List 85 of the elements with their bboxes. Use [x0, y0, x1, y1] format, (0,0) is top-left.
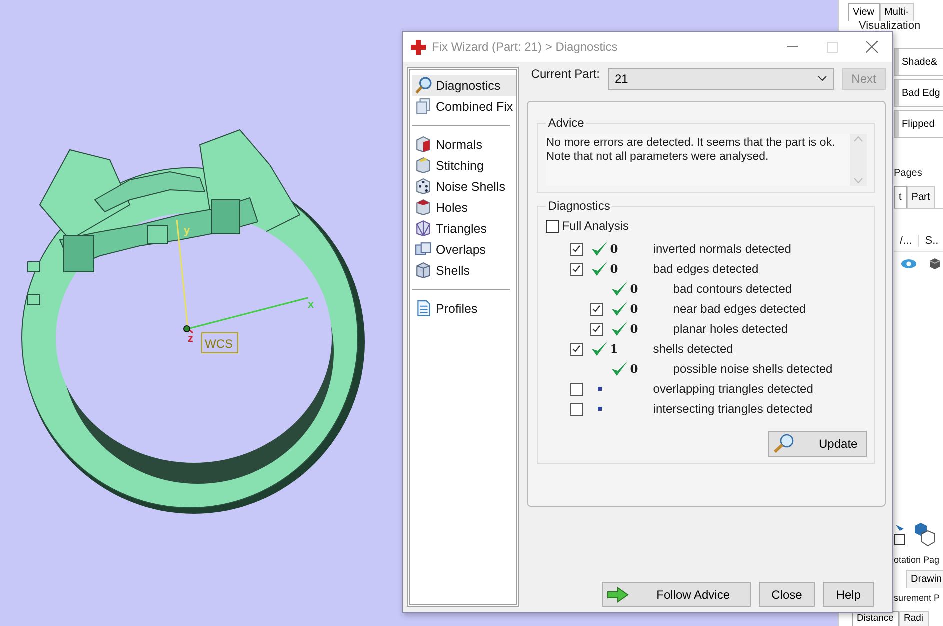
tab[interactable]: Part: [906, 186, 936, 208]
nav-item[interactable]: Shells: [412, 260, 516, 281]
dialog-button[interactable]: Help: [823, 582, 874, 607]
group-title: Visualization: [859, 21, 922, 32]
panel-title: Pages: [894, 168, 924, 181]
axis-label: x: [308, 299, 314, 311]
checkbox[interactable]: [570, 242, 584, 256]
caret-icon[interactable]: [818, 76, 827, 82]
axis-label: y: [184, 225, 190, 237]
magnifier-icon[interactable]: [773, 434, 795, 454]
column-header[interactable]: S..: [919, 235, 943, 247]
count: 0: [630, 282, 638, 296]
cube-icon[interactable]: [415, 220, 432, 237]
nav-item[interactable]: Triangles: [412, 218, 516, 239]
tab[interactable]: t: [894, 186, 907, 208]
nav-item[interactable]: Noise Shells: [412, 176, 516, 197]
panel-title: otation Pag: [894, 555, 941, 567]
nav-item[interactable]: Profiles: [412, 298, 516, 319]
cross-icon: [411, 40, 426, 54]
diagnostic-label: possible noise shells detected: [673, 362, 833, 376]
nav-item[interactable]: Overlaps: [412, 239, 516, 260]
diagnostic-label: near bad edges detected: [673, 302, 806, 316]
checkbox[interactable]: [590, 302, 604, 316]
diagnostic-label: intersecting triangles detected: [653, 402, 813, 416]
document-icon[interactable]: [415, 300, 432, 317]
diagnostic-label: bad contours detected: [673, 282, 792, 296]
checkbox[interactable]: [590, 322, 604, 336]
cube-icon: [929, 258, 941, 270]
window-title: Fix Wizard (Part: 21) > Diagnostics: [432, 40, 619, 54]
cube-icon[interactable]: [415, 136, 432, 153]
count: 0: [610, 242, 618, 256]
view-button[interactable]: Shade&: [894, 48, 943, 76]
count: 0: [610, 262, 618, 276]
minimize-icon[interactable]: [786, 46, 798, 48]
frame-label: WCS: [202, 332, 238, 354]
count: 0: [630, 322, 638, 336]
dialog-button[interactable]: Follow Advice: [602, 582, 751, 607]
nav-item[interactable]: Normals: [412, 134, 516, 155]
magnifier-icon[interactable]: [415, 77, 432, 94]
count: 0: [630, 302, 638, 316]
checkbox[interactable]: [570, 402, 584, 416]
advice-text: No more errors are detected. It seems that the part is ok.: [546, 136, 836, 150]
part-dropdown[interactable]: 21: [608, 68, 834, 90]
advice-text: Note that not all parameters were analysed.: [546, 150, 770, 164]
nav-item[interactable]: Diagnostics: [412, 75, 516, 96]
checkbox[interactable]: [546, 220, 560, 232]
section-title: Advice: [547, 116, 586, 130]
cube-icon[interactable]: [415, 262, 432, 279]
axis-label: z: [188, 333, 194, 345]
view-button[interactable]: Bad Edg: [894, 79, 943, 107]
tab[interactable]: Multi-: [880, 3, 914, 21]
field-label: Current Part:: [531, 67, 600, 81]
diagnostic-label: bad edges detected: [653, 262, 759, 276]
update-button[interactable]: Update: [768, 431, 867, 457]
cube-icon[interactable]: [415, 199, 432, 216]
diagnostic-label: shells detected: [653, 342, 734, 356]
close-icon[interactable]: [866, 41, 878, 53]
origin-icon: [184, 326, 190, 332]
tab[interactable]: Radi: [898, 611, 929, 626]
panel-title: surement P: [894, 593, 942, 605]
count: 1: [610, 342, 618, 356]
arrow-icon[interactable]: [606, 586, 629, 602]
squares-icon[interactable]: [415, 241, 432, 258]
dialog-button[interactable]: Close: [758, 582, 816, 607]
nav-item[interactable]: Combined Fix: [412, 96, 516, 117]
view-button[interactable]: Flipped: [894, 110, 943, 138]
checkbox[interactable]: [570, 262, 584, 276]
checkbox[interactable]: [570, 382, 584, 396]
diagnostic-label: planar holes detected: [673, 322, 788, 336]
eye-icon[interactable]: [901, 259, 917, 269]
section-title: Diagnostics: [547, 199, 612, 213]
tab[interactable]: Drawin: [906, 570, 943, 588]
tab[interactable]: View: [848, 3, 880, 21]
cubes-icon[interactable]: [914, 522, 936, 548]
dice-icon[interactable]: [415, 178, 432, 195]
column-header[interactable]: /...: [894, 235, 920, 247]
diagnostic-label: overlapping triangles detected: [653, 382, 814, 396]
cube-icon[interactable]: [415, 157, 432, 174]
nav-item[interactable]: Stitching: [412, 155, 516, 176]
count: 0: [630, 362, 638, 376]
checkbox[interactable]: [570, 342, 584, 356]
checkbox-label: Full Analysis: [562, 219, 629, 233]
diagnostic-label: inverted normals detected: [653, 242, 792, 256]
pages-icon[interactable]: [415, 98, 432, 115]
nav-item[interactable]: Holes: [412, 197, 516, 218]
